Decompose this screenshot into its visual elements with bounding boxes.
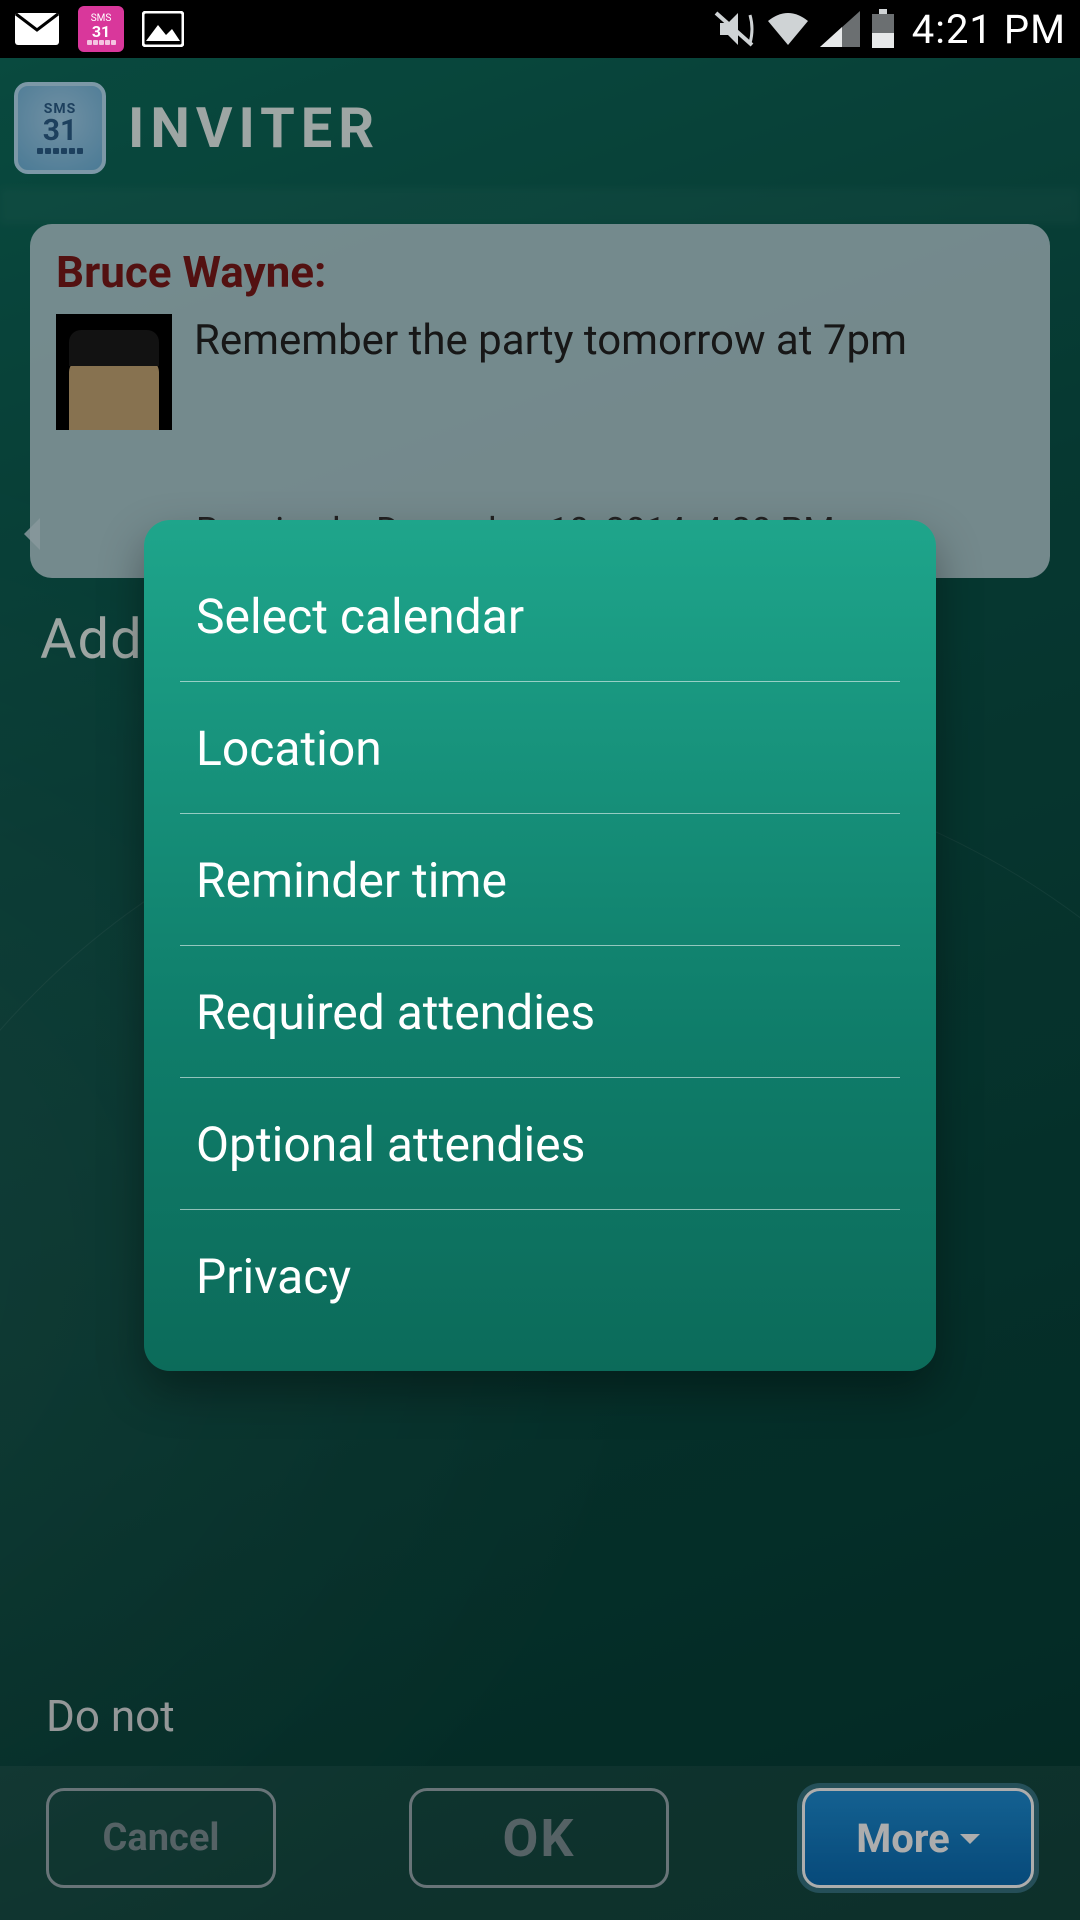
menu-item-privacy[interactable]: Privacy — [144, 1210, 936, 1341]
battery-icon — [870, 9, 896, 49]
wifi-icon — [766, 11, 810, 47]
silent-vibrate-icon — [710, 9, 756, 49]
sms-calendar-badge-icon: SMS31 — [78, 6, 124, 52]
menu-item-select-calendar[interactable]: Select calendar — [144, 550, 936, 681]
status-clock: 4:21 PM — [912, 6, 1066, 53]
menu-item-reminder-time[interactable]: Reminder time — [144, 814, 936, 945]
menu-item-optional-attendees[interactable]: Optional attendies — [144, 1078, 936, 1209]
status-bar: SMS31 4:21 PM — [0, 0, 1080, 58]
cell-signal-icon — [820, 11, 860, 47]
menu-item-required-attendees[interactable]: Required attendies — [144, 946, 936, 1077]
mail-icon — [14, 12, 60, 46]
more-options-menu: Select calendar Location Reminder time R… — [144, 520, 936, 1371]
image-icon — [142, 11, 184, 47]
menu-item-location[interactable]: Location — [144, 682, 936, 813]
